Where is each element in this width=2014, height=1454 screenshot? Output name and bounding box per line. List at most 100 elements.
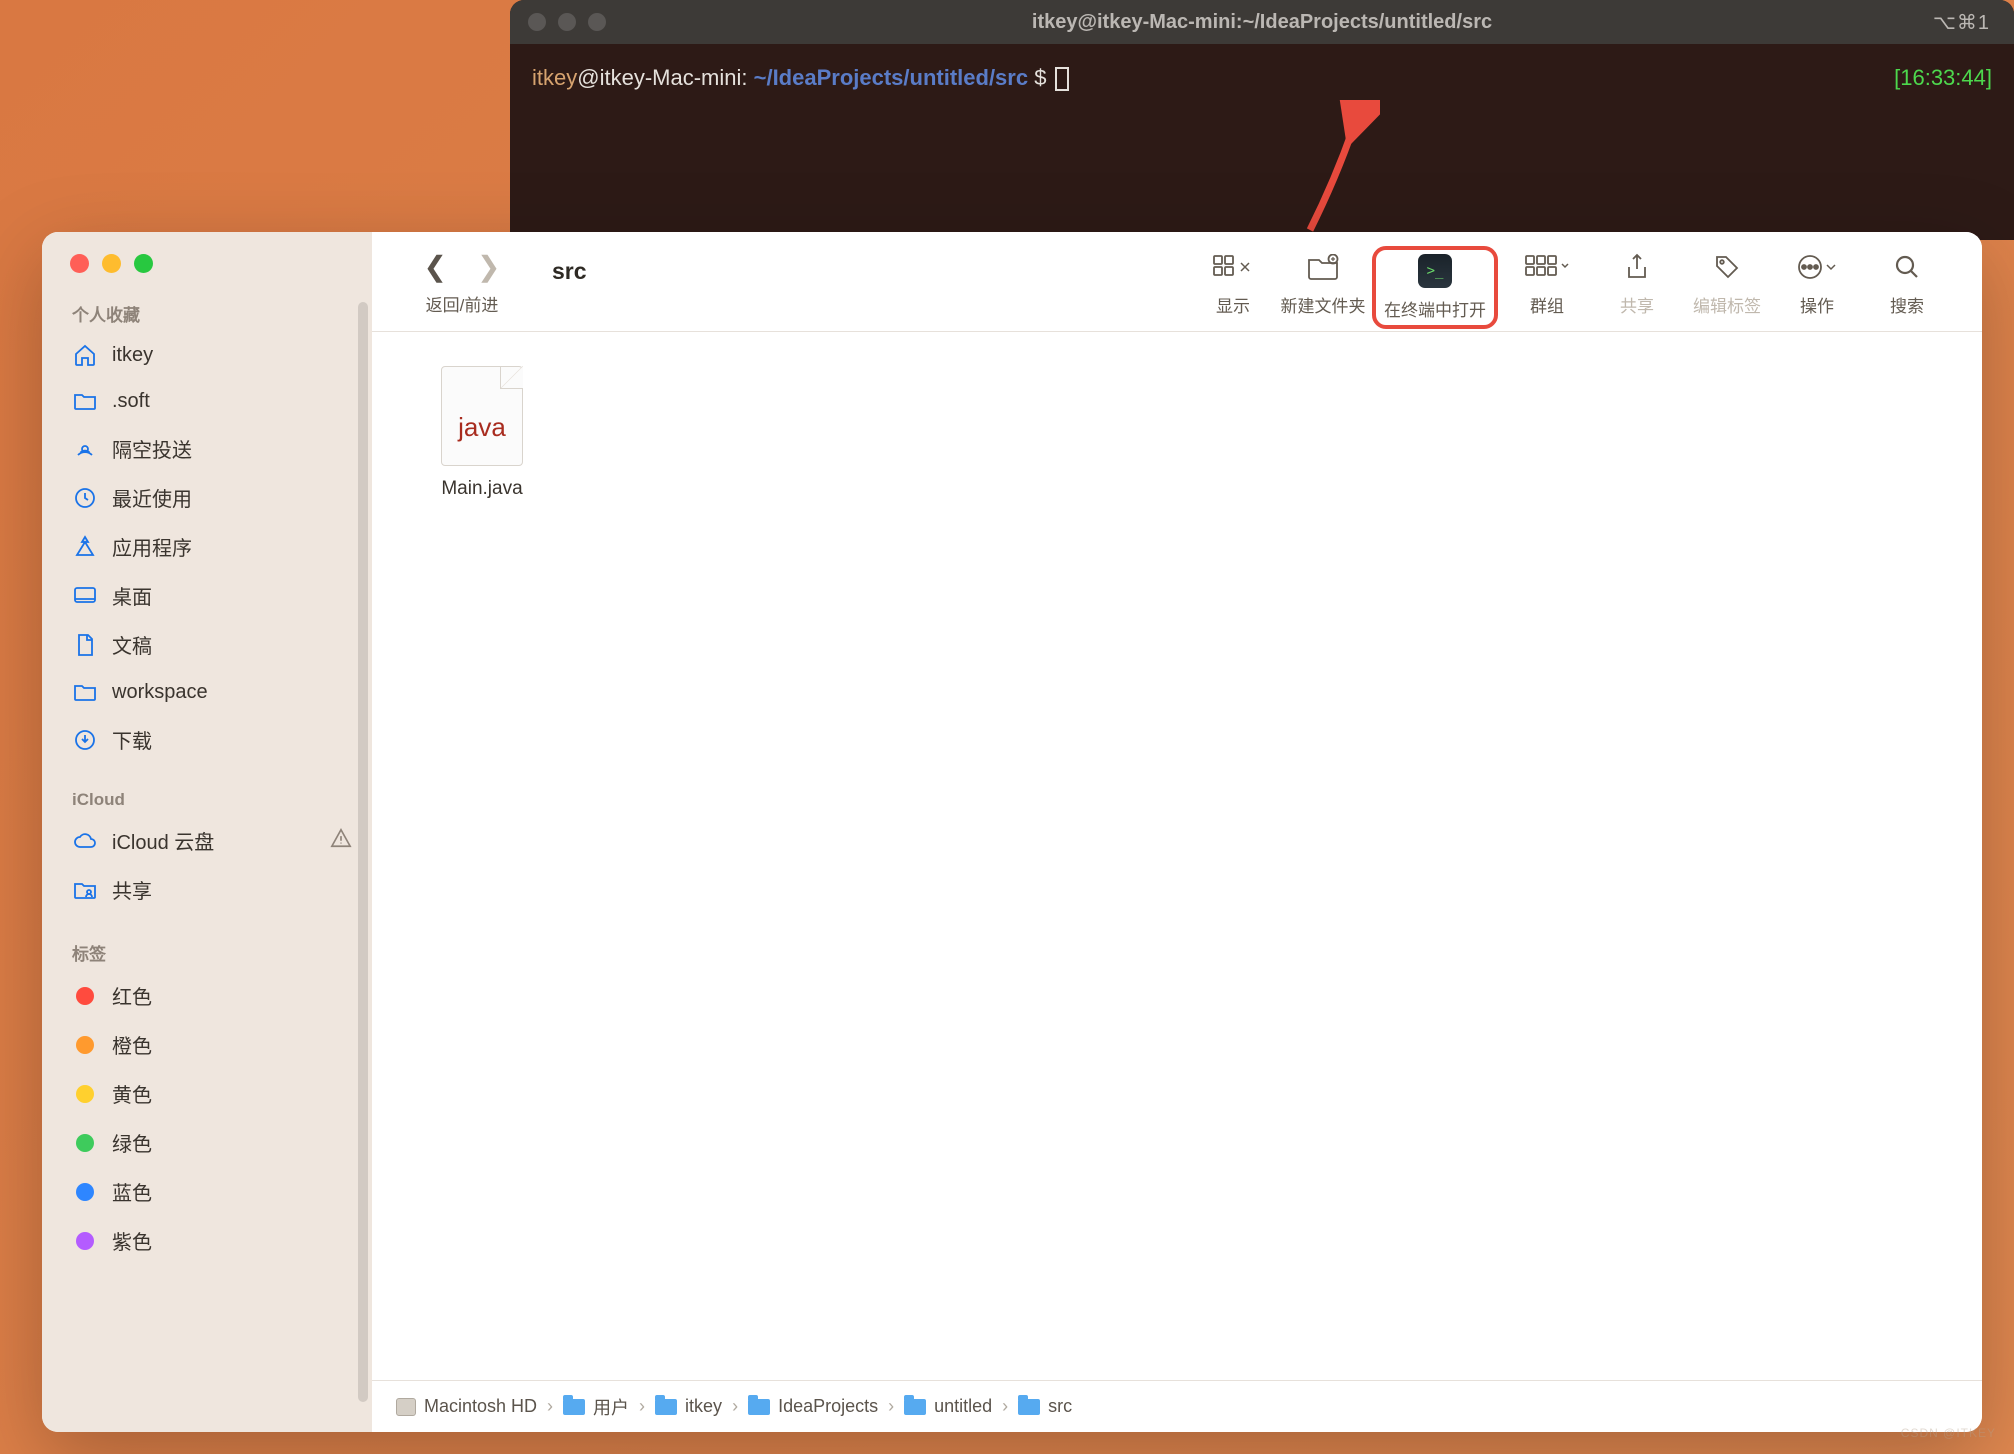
terminal-app-icon: >_ xyxy=(1418,254,1452,288)
finder-sidebar: 个人收藏 itkey.soft隔空投送最近使用应用程序桌面文稿workspace… xyxy=(42,232,372,1432)
terminal-maximize-button[interactable] xyxy=(588,13,606,31)
toolbar-nav: ❮ ❯ 返回/前进 xyxy=(402,250,522,316)
sidebar-tag-item[interactable]: 绿色 xyxy=(42,1118,372,1167)
path-separator: › xyxy=(888,1396,894,1417)
download-icon xyxy=(72,727,98,753)
tag-icon xyxy=(1714,250,1740,284)
path-separator: › xyxy=(732,1396,738,1417)
sidebar-item-label: 红色 xyxy=(112,981,152,1010)
sidebar-tag-item[interactable]: 紫色 xyxy=(42,1216,372,1265)
terminal-minimize-button[interactable] xyxy=(558,13,576,31)
path-separator: › xyxy=(639,1396,645,1417)
toolbar-share[interactable]: 共享 xyxy=(1592,250,1682,317)
toolbar-open-terminal[interactable]: >_ 在终端中打开 xyxy=(1372,246,1498,329)
sidebar-item-clock[interactable]: 最近使用 xyxy=(42,473,372,522)
file-item[interactable]: java Main.java xyxy=(412,366,552,500)
finder-title: src xyxy=(552,258,587,285)
toolbar-search[interactable]: 搜索 xyxy=(1862,250,1952,317)
clock-icon xyxy=(72,485,98,511)
finder-maximize-button[interactable] xyxy=(134,254,153,273)
sidebar-item-label: 隔空投送 xyxy=(112,434,192,463)
path-label: Macintosh HD xyxy=(424,1396,537,1417)
sidebar-icloud-title: iCloud xyxy=(42,780,372,816)
path-crumb[interactable]: Macintosh HD xyxy=(396,1396,537,1417)
path-label: IdeaProjects xyxy=(778,1396,878,1417)
shared-icon xyxy=(72,877,98,903)
grid-view-icon xyxy=(1213,250,1253,284)
path-crumb[interactable]: src xyxy=(1018,1396,1072,1417)
terminal-titlebar[interactable]: itkey@itkey-Mac-mini:~/IdeaProjects/unti… xyxy=(510,0,2014,44)
sidebar-item-shared[interactable]: 共享 xyxy=(42,865,372,914)
toolbar-groups[interactable]: 群组 xyxy=(1502,250,1592,317)
sidebar-item-download[interactable]: 下载 xyxy=(42,715,372,764)
terminal-traffic-lights xyxy=(528,13,606,31)
nav-label: 返回/前进 xyxy=(426,291,499,316)
doc-icon xyxy=(72,632,98,658)
forward-button[interactable]: ❯ xyxy=(477,250,500,283)
toolbar-new-folder[interactable]: 新建文件夹 xyxy=(1278,250,1368,317)
finder-traffic-lights xyxy=(42,232,372,291)
sidebar-icloud-list: iCloud 云盘共享 xyxy=(42,816,372,914)
apps-icon xyxy=(72,534,98,560)
sidebar-tag-item[interactable]: 橙色 xyxy=(42,1020,372,1069)
path-crumb[interactable]: itkey xyxy=(655,1396,722,1417)
path-label: itkey xyxy=(685,1396,722,1417)
toolbar-actions[interactable]: 操作 xyxy=(1772,250,1862,317)
sidebar-item-label: 应用程序 xyxy=(112,532,192,561)
toolbar-tags[interactable]: 编辑标签 xyxy=(1682,250,1772,317)
warning-icon xyxy=(330,827,352,855)
sidebar-item-desktop[interactable]: 桌面 xyxy=(42,571,372,620)
folder-icon xyxy=(748,1399,770,1415)
folder-icon xyxy=(655,1399,677,1415)
terminal-title: itkey@itkey-Mac-mini:~/IdeaProjects/unti… xyxy=(1032,11,1492,34)
share-icon xyxy=(1625,250,1649,284)
sidebar-item-label: 蓝色 xyxy=(112,1177,152,1206)
disk-icon xyxy=(396,1398,416,1416)
sidebar-item-apps[interactable]: 应用程序 xyxy=(42,522,372,571)
sidebar-item-cloud[interactable]: iCloud 云盘 xyxy=(42,816,372,865)
finder-main: ❮ ❯ 返回/前进 src 显示 新建文件夹 >_ 在终端中打开 群组 xyxy=(372,232,1982,1432)
path-crumb[interactable]: 用户 xyxy=(563,1394,629,1420)
back-button[interactable]: ❮ xyxy=(424,250,447,283)
sidebar-tag-item[interactable]: 蓝色 xyxy=(42,1167,372,1216)
new-folder-icon xyxy=(1307,250,1339,284)
terminal-body[interactable]: itkey@itkey-Mac-mini: ~/IdeaProjects/unt… xyxy=(510,44,2014,113)
file-name: Main.java xyxy=(441,478,522,500)
path-crumb[interactable]: IdeaProjects xyxy=(748,1396,878,1417)
path-separator: › xyxy=(1002,1396,1008,1417)
path-label: untitled xyxy=(934,1396,992,1417)
folder-icon xyxy=(1018,1399,1040,1415)
folder-icon xyxy=(72,388,98,414)
home-icon xyxy=(72,342,98,368)
sidebar-item-folder[interactable]: .soft xyxy=(42,378,372,424)
java-file-icon: java xyxy=(441,366,523,466)
path-crumb[interactable]: untitled xyxy=(904,1396,992,1417)
airdrop-icon xyxy=(72,436,98,462)
sidebar-tag-item[interactable]: 黄色 xyxy=(42,1069,372,1118)
sidebar-tag-item[interactable]: 红色 xyxy=(42,971,372,1020)
sidebar-item-label: itkey xyxy=(112,344,153,367)
finder-minimize-button[interactable] xyxy=(102,254,121,273)
sidebar-item-doc[interactable]: 文稿 xyxy=(42,620,372,669)
finder-close-button[interactable] xyxy=(70,254,89,273)
sidebar-item-label: iCloud 云盘 xyxy=(112,826,214,855)
sidebar-item-folder[interactable]: workspace xyxy=(42,669,372,715)
finder-pathbar: Macintosh HD › 用户 › itkey › IdeaProjects › untit… xyxy=(372,1380,1982,1432)
tag-color-dot xyxy=(76,1036,94,1054)
tag-color-dot xyxy=(76,1232,94,1250)
sidebar-tags-title: 标签 xyxy=(42,930,372,971)
toolbar-view[interactable]: 显示 xyxy=(1188,250,1278,317)
sidebar-item-home[interactable]: itkey xyxy=(42,332,372,378)
terminal-close-button[interactable] xyxy=(528,13,546,31)
sidebar-tags-list: 红色橙色黄色绿色蓝色紫色 xyxy=(42,971,372,1265)
sidebar-item-airdrop[interactable]: 隔空投送 xyxy=(42,424,372,473)
finder-content[interactable]: java Main.java xyxy=(372,332,1982,1380)
folder-icon xyxy=(904,1399,926,1415)
terminal-window: itkey@itkey-Mac-mini:~/IdeaProjects/unti… xyxy=(510,0,2014,240)
folder-icon xyxy=(563,1399,585,1415)
sidebar-scrollbar[interactable] xyxy=(358,302,368,1402)
tag-color-dot xyxy=(76,1183,94,1201)
actions-icon xyxy=(1797,250,1837,284)
sidebar-item-label: 桌面 xyxy=(112,581,152,610)
sidebar-item-label: 下载 xyxy=(112,725,152,754)
